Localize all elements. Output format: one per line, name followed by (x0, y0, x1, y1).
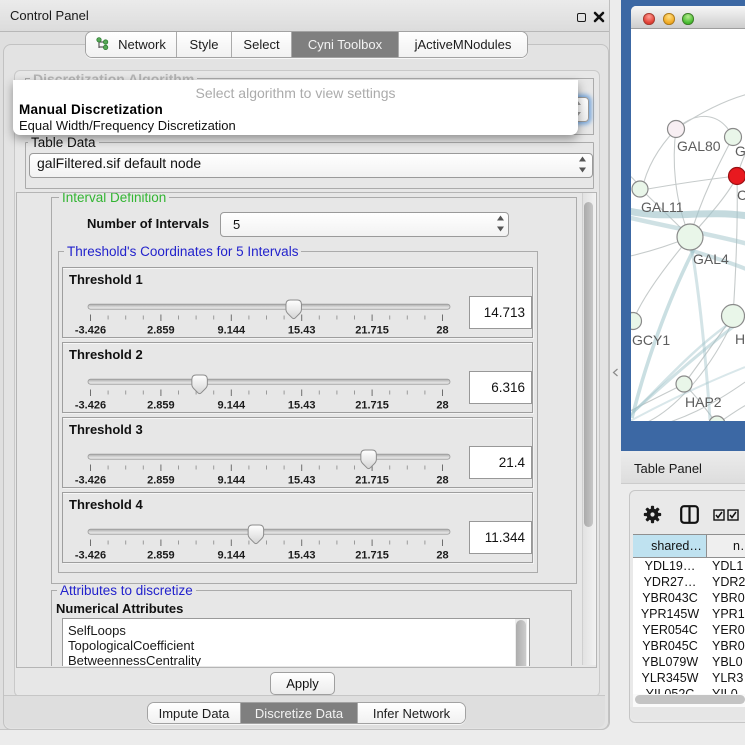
svg-text:GAL80: GAL80 (677, 138, 721, 154)
svg-text:GAL4: GAL4 (693, 251, 729, 267)
svg-text:GAL11: GAL11 (641, 199, 684, 215)
svg-text:GCY1: GCY1 (632, 332, 670, 348)
svg-text:HA: HA (735, 331, 745, 347)
svg-text:HAP2: HAP2 (685, 394, 722, 410)
svg-text:GAL3: GAL3 (735, 143, 745, 159)
svg-text:CYB: CYB (737, 187, 745, 203)
